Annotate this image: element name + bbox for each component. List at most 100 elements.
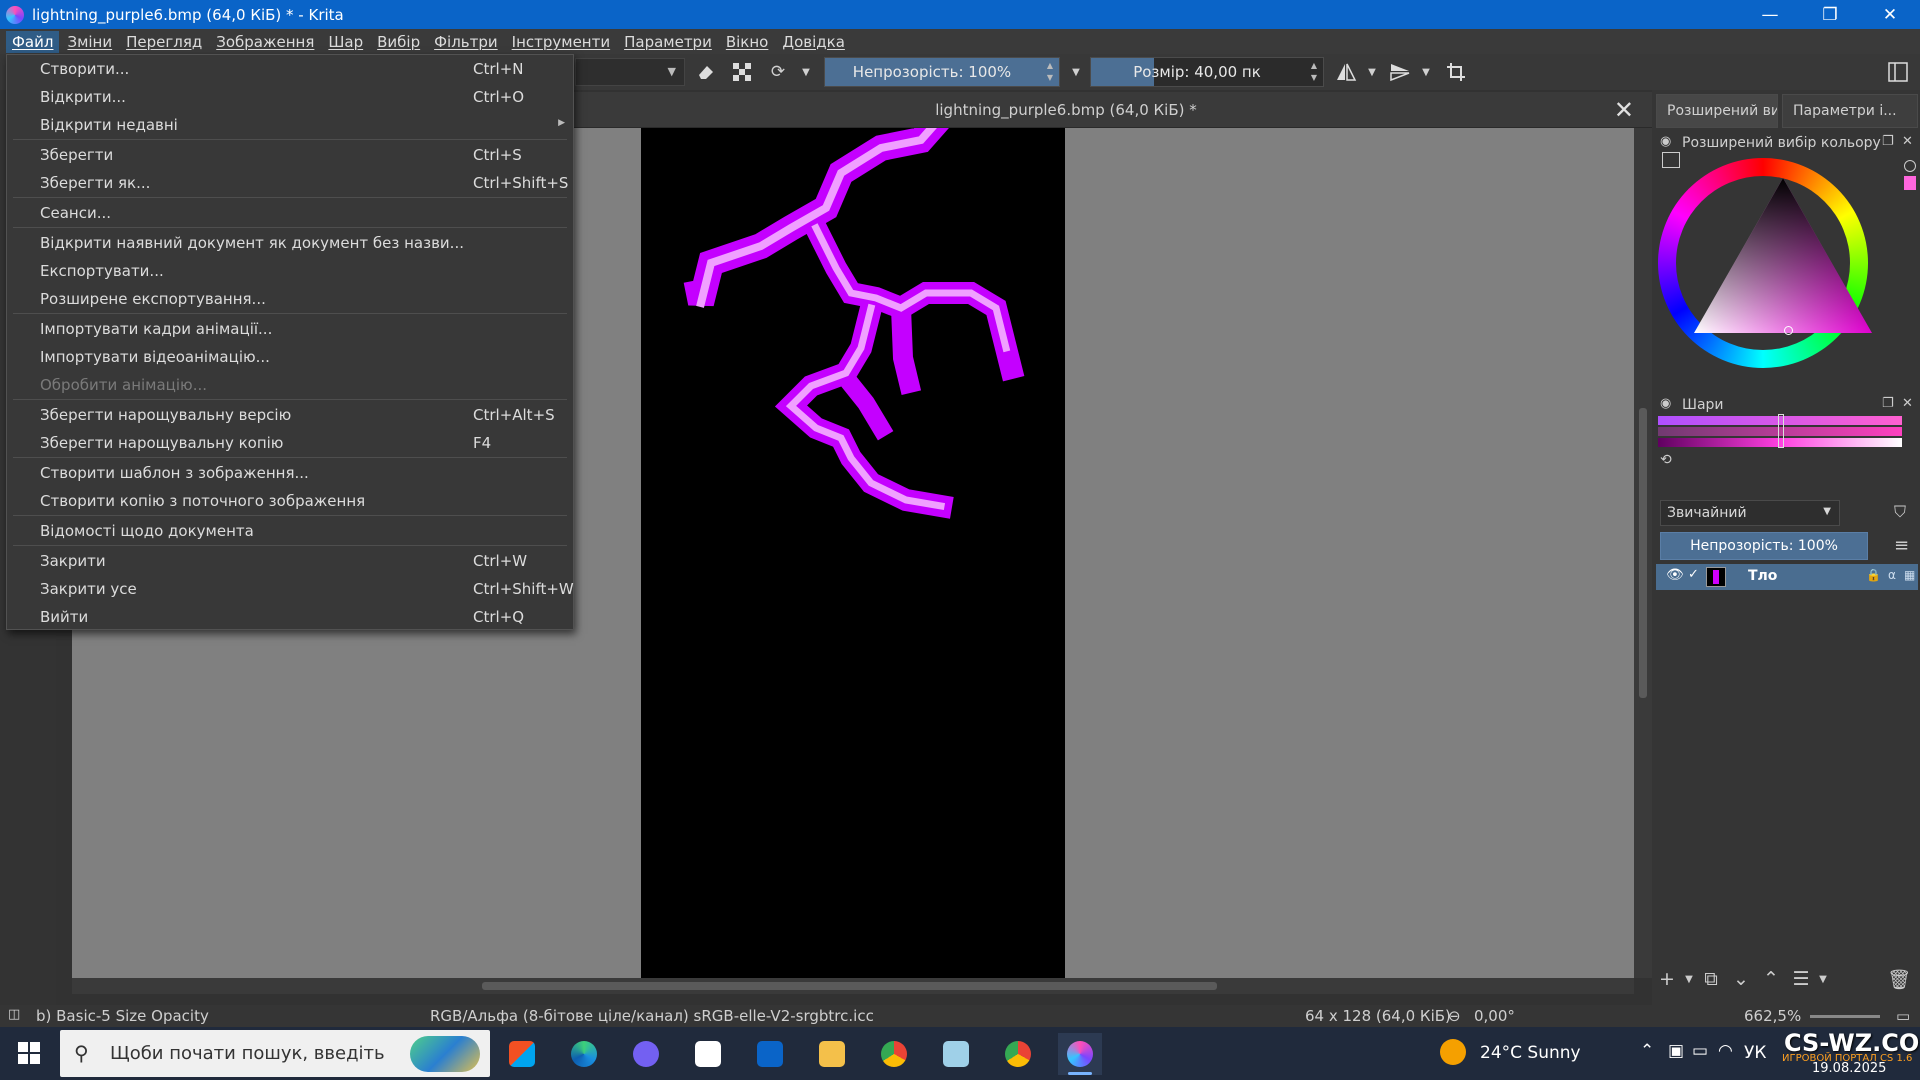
- mirror-horizontal-icon[interactable]: [1332, 58, 1360, 86]
- mirror-vertical-icon[interactable]: [1386, 58, 1414, 86]
- file-menu-item[interactable]: Сеанси...: [7, 200, 573, 226]
- color-picker-handle[interactable]: [1784, 326, 1793, 335]
- settings-list-icon[interactable]: [1662, 152, 1680, 168]
- layer-blend-mode-select[interactable]: Звичайний ▼: [1660, 500, 1840, 526]
- size-slider[interactable]: Розмір: 40,00 пк ▲ ▼: [1090, 57, 1324, 87]
- viber-icon[interactable]: [624, 1033, 668, 1075]
- file-menu-item[interactable]: Зберегти нарощувальну копію F4: [7, 430, 573, 456]
- file-menu-item[interactable]: Створити копію з поточного зображення: [7, 488, 573, 514]
- menu-filters[interactable]: Фільтри: [428, 31, 504, 53]
- store-icon[interactable]: [500, 1033, 544, 1075]
- horizontal-scrollbar[interactable]: [72, 978, 1634, 994]
- scrollbar-thumb[interactable]: [1639, 408, 1647, 698]
- chevron-down-icon[interactable]: ▼: [1062, 58, 1090, 86]
- file-menu-item[interactable]: Зберегти нарощувальну версію Ctrl+Alt+S: [7, 402, 573, 428]
- file-menu-item[interactable]: Імпортувати відеоанімацію...: [7, 344, 573, 370]
- wrap-around-icon[interactable]: [1442, 58, 1470, 86]
- close-icon[interactable]: ✕: [1902, 134, 1913, 149]
- chevron-down-icon[interactable]: ▼: [1816, 974, 1830, 985]
- file-explorer-icon[interactable]: [810, 1033, 854, 1075]
- alpha-icon[interactable]: α: [1888, 568, 1896, 582]
- date[interactable]: 19.08.2025: [1812, 1061, 1886, 1076]
- windows-start-icon[interactable]: [18, 1042, 40, 1064]
- maximize-button[interactable]: ❐: [1800, 0, 1860, 29]
- alpha-lock-icon[interactable]: [728, 58, 756, 86]
- close-icon[interactable]: ✕: [1902, 396, 1913, 411]
- language-indicator[interactable]: УК: [1744, 1043, 1766, 1063]
- image-document[interactable]: [641, 128, 1065, 978]
- chevron-down-icon[interactable]: ▼: [1412, 58, 1440, 86]
- refresh-icon[interactable]: ⟲: [1660, 452, 1672, 468]
- move-layer-down-icon[interactable]: ⌄: [1726, 968, 1756, 990]
- menu-select[interactable]: Вибір: [371, 31, 426, 53]
- taskbar-search[interactable]: ⚲ Щоби почати пошук, введіть: [60, 1030, 490, 1077]
- checkmark-icon[interactable]: ✓: [1688, 567, 1699, 582]
- file-menu-item[interactable]: Відомості щодо документа: [7, 518, 573, 544]
- menu-file[interactable]: Файл: [6, 30, 60, 53]
- file-menu-item[interactable]: Розширене експортування...: [7, 286, 573, 312]
- current-color-swatch[interactable]: [1904, 176, 1916, 190]
- filter-icon[interactable]: ⛉: [1894, 502, 1906, 522]
- menu-window[interactable]: Вікно: [720, 31, 775, 53]
- file-menu-item[interactable]: Експортувати...: [7, 258, 573, 284]
- close-window-button[interactable]: ✕: [1860, 0, 1920, 29]
- menu-layer[interactable]: Шар: [322, 31, 369, 53]
- chevron-down-icon[interactable]: ▼: [1358, 58, 1386, 86]
- menu-icon[interactable]: ≡: [1894, 535, 1909, 556]
- document-tab[interactable]: lightning_purple6.bmp (64,0 КіБ) * ✕: [470, 92, 1652, 128]
- menu-view[interactable]: Перегляд: [120, 31, 208, 53]
- brush-preset-icon[interactable]: ◫: [8, 1007, 20, 1022]
- notepad-icon[interactable]: [934, 1033, 978, 1075]
- file-menu-item[interactable]: Створити... Ctrl+N: [7, 56, 573, 82]
- krita-taskbar-icon[interactable]: [1058, 1033, 1102, 1075]
- menu-tools[interactable]: Інструменти: [506, 31, 616, 53]
- file-menu-item[interactable]: Зберегти як... Ctrl+Shift+S: [7, 170, 573, 196]
- battery-icon[interactable]: ▭: [1692, 1041, 1708, 1061]
- weather-sun-icon[interactable]: [1440, 1039, 1466, 1065]
- chrome-profile-icon[interactable]: [996, 1033, 1040, 1075]
- tab-tool-options[interactable]: Параметри і...: [1782, 94, 1918, 128]
- file-menu-item[interactable]: Імпортувати кадри анімації...: [7, 316, 573, 342]
- tab-advanced-color-selector[interactable]: Розширений ви...: [1656, 94, 1778, 128]
- file-menu-item[interactable]: Вийти Ctrl+Q: [7, 604, 573, 630]
- weather-text[interactable]: 24°C Sunny: [1480, 1043, 1581, 1063]
- slider-handle[interactable]: [1778, 414, 1784, 448]
- solitaire-icon[interactable]: [686, 1033, 730, 1075]
- rotation-icon[interactable]: ⊖: [1448, 1007, 1461, 1025]
- move-layer-up-icon[interactable]: ⌃: [1756, 968, 1786, 990]
- chevron-down-icon[interactable]: ▼: [1682, 974, 1696, 985]
- file-menu-item[interactable]: Відкрити наявний документ як документ бе…: [7, 230, 573, 256]
- file-menu-item[interactable]: Закрити усе Ctrl+Shift+W: [7, 576, 574, 602]
- menu-help[interactable]: Довідка: [776, 31, 851, 53]
- menu-edit[interactable]: Зміни: [61, 31, 118, 53]
- scrollbar-thumb[interactable]: [482, 982, 1217, 990]
- float-icon[interactable]: ❐: [1882, 396, 1894, 411]
- vertical-scrollbar[interactable]: [1634, 128, 1652, 978]
- file-menu-item[interactable]: Відкрити недавні ▶: [7, 112, 573, 138]
- float-icon[interactable]: ❐: [1882, 134, 1894, 149]
- chevron-down-icon[interactable]: ▼: [792, 58, 820, 86]
- chevron-up-icon[interactable]: ⌃: [1640, 1041, 1654, 1061]
- reload-preset-icon[interactable]: ⟳: [764, 58, 792, 86]
- canvas-only-icon[interactable]: ▭: [1896, 1007, 1910, 1025]
- file-menu-item[interactable]: Відкрити... Ctrl+O: [7, 84, 573, 110]
- minimize-button[interactable]: —: [1740, 0, 1800, 29]
- inherit-alpha-icon[interactable]: ▦: [1904, 568, 1915, 582]
- wifi-icon[interactable]: ◠: [1718, 1041, 1733, 1061]
- eraser-icon[interactable]: [692, 58, 720, 86]
- file-menu-item[interactable]: Закрити Ctrl+W: [7, 548, 573, 574]
- layer-opacity-slider[interactable]: Непрозорість: 100%: [1660, 532, 1868, 560]
- eye-icon[interactable]: 👁: [1666, 567, 1684, 583]
- layer-properties-icon[interactable]: ☰: [1786, 968, 1816, 990]
- file-menu-item[interactable]: Створити шаблон з зображення...: [7, 460, 573, 486]
- layer-row[interactable]: 👁 ✓ Тло 🔒 α ▦: [1656, 564, 1918, 590]
- opacity-slider[interactable]: Непрозорість: 100% ▲ ▼: [824, 57, 1060, 87]
- lock-icon[interactable]: 🔒: [1866, 568, 1881, 582]
- edge-icon[interactable]: [562, 1033, 606, 1075]
- menu-settings[interactable]: Параметри: [618, 31, 718, 53]
- clear-color-icon[interactable]: [1904, 160, 1916, 172]
- add-layer-icon[interactable]: +: [1652, 968, 1682, 990]
- close-document-icon[interactable]: ✕: [1614, 96, 1634, 124]
- spin-arrows-icon[interactable]: ▲ ▼: [1043, 60, 1057, 84]
- file-menu-item[interactable]: Зберегти Ctrl+S: [7, 142, 573, 168]
